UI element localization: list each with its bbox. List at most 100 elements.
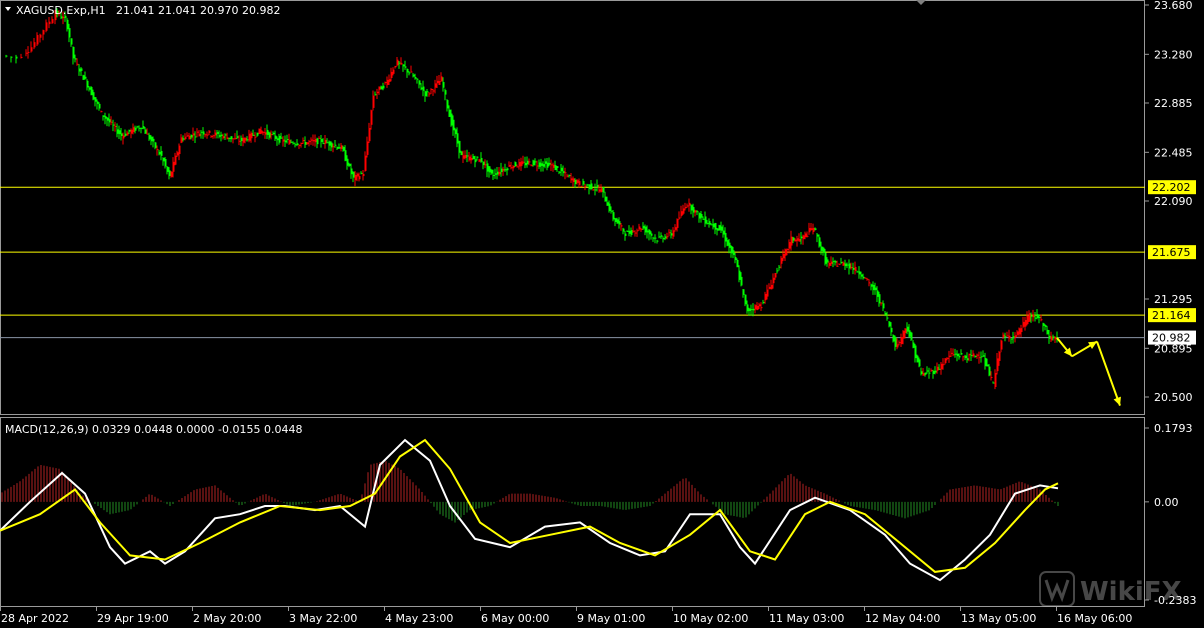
candle-body bbox=[616, 219, 619, 224]
candle-body bbox=[822, 247, 825, 253]
candle-body bbox=[866, 278, 869, 280]
candle-body bbox=[290, 141, 293, 143]
candle-body bbox=[342, 147, 345, 151]
candle-body bbox=[668, 232, 671, 234]
candle-body bbox=[254, 136, 257, 138]
candle-body bbox=[298, 144, 301, 146]
candle-body bbox=[902, 330, 905, 339]
candle-body bbox=[1052, 336, 1055, 339]
candle-body bbox=[690, 205, 693, 211]
candle-body bbox=[214, 132, 217, 136]
candle-body bbox=[704, 216, 707, 224]
candle-body bbox=[244, 137, 247, 141]
candle-body bbox=[640, 228, 643, 230]
level-price-label: 22.202 bbox=[1152, 181, 1191, 194]
candle-body bbox=[382, 85, 385, 89]
candle-body bbox=[862, 276, 865, 279]
candle-body bbox=[994, 373, 997, 387]
candle-body bbox=[566, 175, 569, 177]
candle-body bbox=[702, 218, 705, 220]
candle-body bbox=[692, 207, 695, 213]
candle-body bbox=[896, 344, 899, 348]
candle-body bbox=[578, 181, 581, 185]
candle-body bbox=[480, 157, 483, 162]
candle-body bbox=[624, 233, 627, 236]
candle-body bbox=[474, 159, 477, 163]
candle-body bbox=[128, 129, 131, 132]
candle-body bbox=[914, 345, 917, 359]
candle-body bbox=[1008, 335, 1011, 339]
candle-body bbox=[558, 171, 561, 173]
price-tick-label: 23.280 bbox=[1154, 48, 1193, 61]
candle-body bbox=[716, 228, 719, 231]
candle-body bbox=[942, 364, 945, 366]
candle-body bbox=[234, 137, 237, 140]
candle-body bbox=[80, 68, 83, 71]
candle-body bbox=[840, 261, 843, 263]
candle-body bbox=[168, 170, 171, 177]
candle-body bbox=[794, 239, 797, 242]
candle-body bbox=[142, 126, 145, 129]
candle-body bbox=[570, 178, 573, 181]
candle-body bbox=[30, 47, 33, 52]
candle-body bbox=[724, 232, 727, 242]
candle-body bbox=[27, 51, 30, 53]
candle-body bbox=[286, 139, 289, 141]
candle-body bbox=[194, 136, 197, 138]
candle-body bbox=[744, 294, 747, 305]
candle-body bbox=[190, 134, 193, 138]
candle-body bbox=[540, 163, 543, 166]
candle-body bbox=[766, 289, 769, 297]
candle-body bbox=[644, 226, 647, 233]
candle-body bbox=[314, 139, 317, 143]
candle-body bbox=[542, 164, 545, 167]
candle-body bbox=[868, 282, 871, 284]
candle-body bbox=[730, 246, 733, 254]
ohlc-readout: 21.041 21.041 20.970 20.982 bbox=[116, 4, 280, 17]
candle-body bbox=[186, 135, 189, 137]
candle-body bbox=[844, 263, 847, 267]
candle-body bbox=[552, 164, 555, 168]
candle-body bbox=[160, 150, 163, 156]
time-tick-label: 9 May 01:00 bbox=[577, 612, 645, 625]
candle-body bbox=[848, 263, 851, 269]
candle-body bbox=[638, 226, 641, 230]
time-tick-label: 4 May 23:00 bbox=[385, 612, 453, 625]
candle-body bbox=[1002, 334, 1005, 337]
macd-tick-label: 0.00 bbox=[1154, 496, 1179, 509]
candle-body bbox=[344, 150, 347, 161]
candle-body bbox=[992, 382, 995, 384]
candle-body bbox=[318, 137, 321, 139]
candle-body bbox=[818, 237, 821, 247]
candle-body bbox=[522, 161, 525, 163]
candle-body bbox=[108, 119, 111, 123]
candle-body bbox=[982, 355, 985, 357]
candle-body bbox=[130, 129, 133, 134]
candle-body bbox=[310, 139, 313, 141]
candle-body bbox=[608, 203, 611, 211]
candle-body bbox=[594, 189, 597, 191]
candle-body bbox=[180, 137, 183, 143]
candle-body bbox=[274, 135, 277, 139]
candle-body bbox=[772, 277, 775, 284]
candle-body bbox=[738, 270, 741, 280]
candle-body bbox=[262, 131, 265, 133]
candle-body bbox=[582, 181, 585, 185]
candle-body bbox=[498, 171, 501, 175]
candle-body bbox=[538, 162, 541, 167]
candle-body bbox=[386, 79, 389, 85]
candle-body bbox=[1030, 315, 1033, 317]
candle-body bbox=[374, 94, 377, 96]
candle-body bbox=[51, 19, 54, 24]
candle-body bbox=[562, 171, 565, 174]
candle-body bbox=[332, 146, 335, 148]
candle-body bbox=[720, 226, 723, 231]
candle-body bbox=[492, 175, 495, 177]
candle-body bbox=[270, 134, 273, 136]
candle-body bbox=[1014, 335, 1017, 338]
candle-body bbox=[358, 176, 361, 180]
candle-body bbox=[904, 328, 907, 334]
candle-body bbox=[446, 100, 449, 109]
candle-body bbox=[150, 136, 153, 142]
candle-body bbox=[916, 355, 919, 363]
